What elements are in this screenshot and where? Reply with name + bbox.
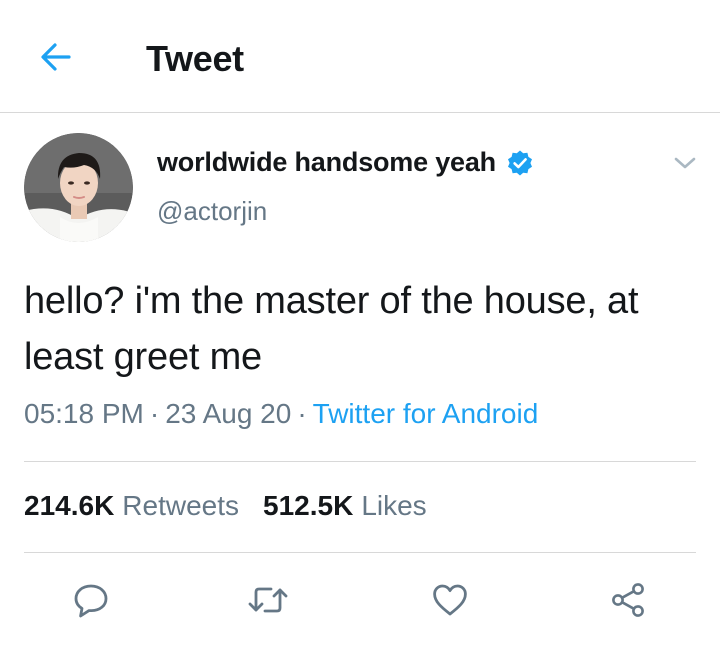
arrow-left-icon xyxy=(41,43,71,71)
share-icon xyxy=(612,583,644,617)
like-button[interactable] xyxy=(428,578,472,622)
more-options-button[interactable] xyxy=(670,150,700,176)
likes-count: 512.5K xyxy=(263,490,354,521)
tweet-date: 23 Aug 20 xyxy=(165,398,292,429)
tweet-source-link[interactable]: Twitter for Android xyxy=(313,398,539,429)
back-button[interactable] xyxy=(36,37,76,77)
divider xyxy=(24,461,696,462)
engagement-stats: 214.6K Retweets 512.5K Likes xyxy=(24,490,427,522)
retweets-stat[interactable]: 214.6K Retweets xyxy=(24,490,239,522)
retweets-count: 214.6K xyxy=(24,490,115,521)
profile-photo xyxy=(24,133,133,242)
share-button[interactable] xyxy=(606,578,650,622)
retweet-icon xyxy=(248,587,288,613)
reply-icon xyxy=(74,584,108,618)
meta-separator: · xyxy=(149,398,160,429)
tweet-time: 05:18 PM xyxy=(24,398,144,429)
tweet-metadata: 05:18 PM · 23 Aug 20 · Twitter for Android xyxy=(24,398,538,430)
tweet-detail-screen: Tweet worldwide handsome yeah @actorjin … xyxy=(0,0,720,660)
tweet-text: hello? i'm the master of the house, at l… xyxy=(24,280,639,378)
retweet-button[interactable] xyxy=(246,578,290,622)
page-title: Tweet xyxy=(146,38,244,79)
likes-stat[interactable]: 512.5K Likes xyxy=(263,490,427,522)
retweets-label: Retweets xyxy=(122,490,240,521)
meta-separator: · xyxy=(297,398,307,429)
reply-button[interactable] xyxy=(69,578,113,622)
heart-icon xyxy=(433,584,467,616)
verified-badge-icon xyxy=(507,150,532,175)
divider xyxy=(24,552,696,553)
avatar[interactable] xyxy=(24,133,133,242)
author-handle[interactable]: @actorjin xyxy=(157,196,267,227)
author-name-row[interactable]: worldwide handsome yeah xyxy=(157,147,534,178)
likes-label: Likes xyxy=(361,490,427,521)
top-bar: Tweet xyxy=(0,0,720,113)
chevron-down-icon xyxy=(674,157,696,169)
display-name: worldwide handsome yeah xyxy=(157,147,496,177)
